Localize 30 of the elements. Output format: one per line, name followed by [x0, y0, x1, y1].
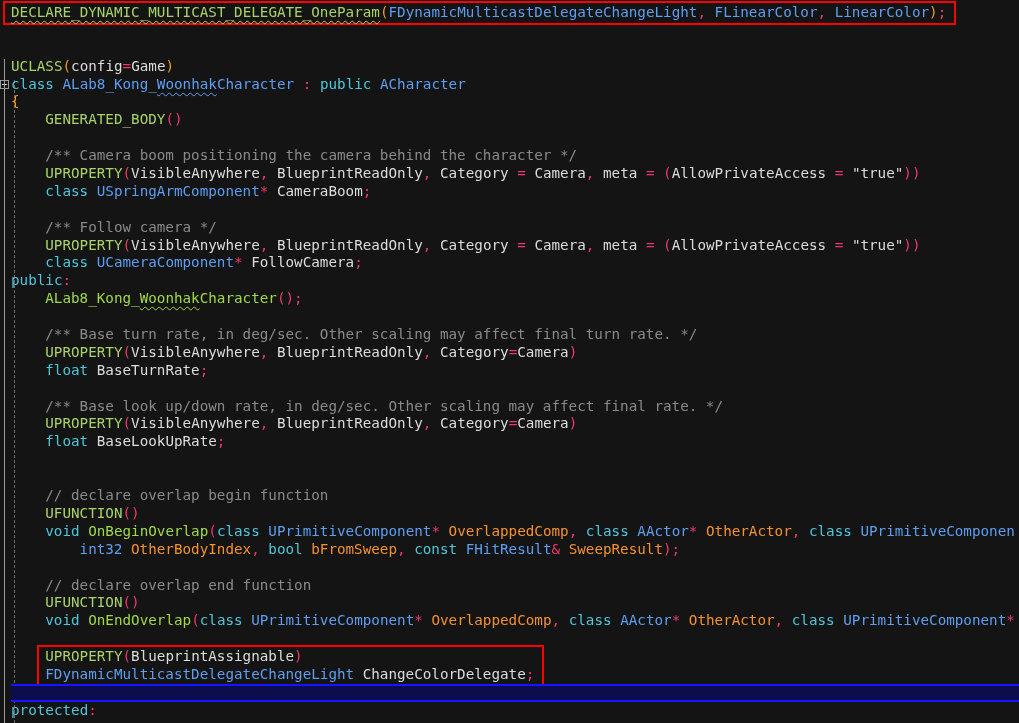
code-line: ALab8_Kong_WoonhakCharacter(); [45, 290, 303, 307]
code-line: /** Base look up/down rate, in deg/sec. Other scaling may affect final rate. */ [45, 397, 724, 414]
code-line: /** Base turn rate, in deg/sec. Other scaling may affect final turn rate. */ [45, 326, 698, 343]
code-line: void OnEndOverlap(class UPrimitiveComponent* OverlappedComp, class AActor* OtherActor, class UPrimitiveComponent* [45, 612, 1015, 629]
code-line: UPROPERTY(VisibleAnywhere, BlueprintReadOnly, Category=Camera) [45, 343, 578, 360]
code-line: /** Follow camera */ [45, 218, 217, 235]
collapse-icon[interactable] [0, 79, 9, 89]
code-line: UPROPERTY(VisibleAnywhere, BlueprintReadOnly, Category=Camera) [45, 415, 578, 432]
code-line: // declare overlap begin function [45, 487, 329, 504]
code-line: FDynamicMulticastDelegateChangeLight ChangeColorDelegate; [45, 665, 535, 682]
code-line: void OnBeginOverlap(class UPrimitiveComponent* OverlappedComp, class AActor* OtherActor, class UPrimitiveComponen [45, 522, 1015, 539]
code-line: GENERATED_BODY() [45, 111, 183, 128]
code-line: UPROPERTY(VisibleAnywhere, BlueprintReadOnly, Category = Camera, meta = (AllowPrivateAccess = "true")) [45, 236, 921, 253]
code-line: int32 OtherBodyIndex, bool bFromSweep, const FHitResult& SweepResult); [79, 540, 681, 557]
code-line: UFUNCTION() [45, 504, 140, 521]
code-line: UFUNCTION() [45, 594, 140, 611]
code-line: UPROPERTY(BlueprintAssignable) [45, 648, 303, 665]
code-line: // declare overlap end function [45, 576, 312, 593]
code-line: protected: [11, 701, 97, 718]
code-line: class UCameraComponent* FollowCamera; [45, 254, 363, 271]
code-line: UCLASS(config=Game) [11, 57, 175, 74]
code-line: float BaseTurnRate; [45, 361, 209, 378]
code-line: { [11, 93, 20, 110]
code-line: /** Camera boom positioning the camera behind the character */ [45, 147, 578, 164]
code-line: class ALab8_Kong_WoonhakCharacter : public ACharacter [11, 75, 466, 92]
code-line: float BaseLookUpRate; [45, 433, 226, 450]
code-line: class USpringArmComponent* CameraBoom; [45, 182, 372, 199]
code-line: UPROPERTY(VisibleAnywhere, BlueprintReadOnly, Category = Camera, meta = (AllowPrivateAccess = "true")) [45, 165, 921, 181]
code-line: DECLARE_DYNAMIC_MULTICAST_DELEGATE_OneParam(FDynamicMulticastDelegateChangeLight, FLinearColor, LinearColor); [11, 4, 947, 20]
code-line: public: [11, 272, 72, 289]
